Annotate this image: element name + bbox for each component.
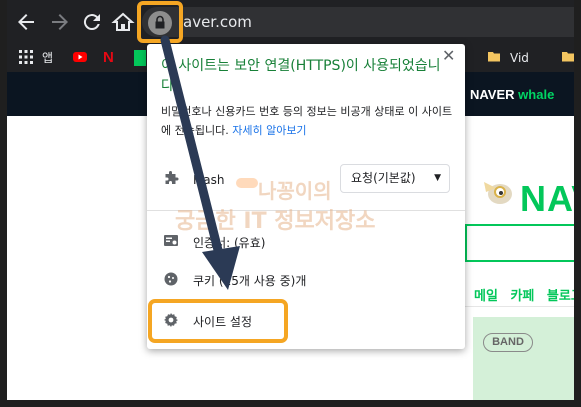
window-frame bbox=[0, 0, 581, 407]
